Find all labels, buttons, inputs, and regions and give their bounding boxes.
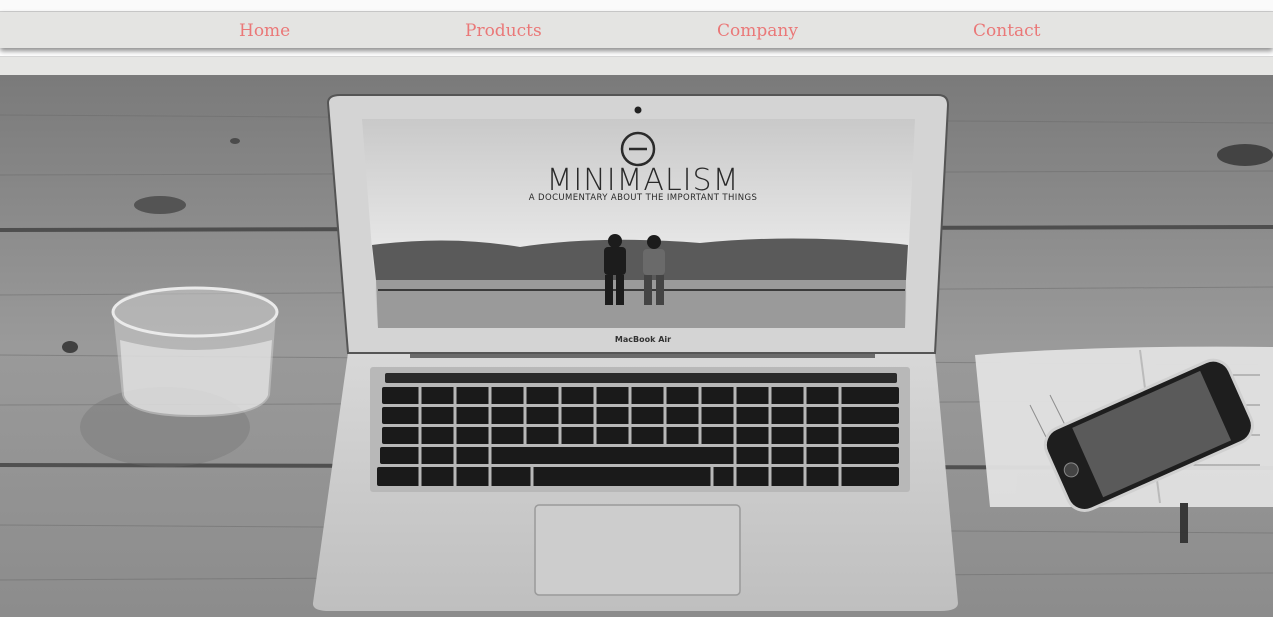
nav-link-company[interactable]: Company	[717, 21, 798, 41]
nav-link-home[interactable]: Home	[239, 21, 290, 41]
screen-subtitle: A DOCUMENTARY ABOUT THE IMPORTANT THINGS	[528, 193, 758, 203]
main-nav: Home Products Company Contact	[0, 12, 1273, 48]
nav-link-contact[interactable]: Contact	[973, 21, 1041, 41]
nav-link-products[interactable]: Products	[465, 21, 542, 41]
laptop-brand-label: MacBook Air	[614, 335, 672, 344]
hero-image: MINIMALISM A DOCUMENTARY ABOUT THE IMPOR…	[0, 75, 1273, 617]
hero-illustration	[0, 75, 1273, 617]
nav-spacer-bar	[0, 56, 1273, 76]
